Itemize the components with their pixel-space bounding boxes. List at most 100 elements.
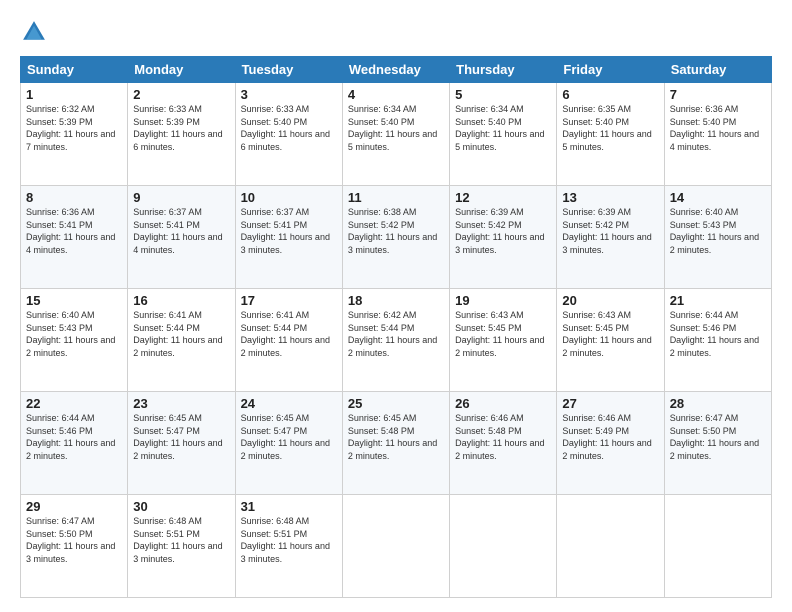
top-area: [20, 18, 772, 46]
calendar-cell: [450, 495, 557, 598]
day-info: Sunrise: 6:45 AMSunset: 5:48 PMDaylight:…: [348, 413, 437, 461]
logo: [20, 18, 52, 46]
day-number: 12: [455, 190, 551, 205]
day-info: Sunrise: 6:48 AMSunset: 5:51 PMDaylight:…: [133, 516, 222, 564]
calendar-cell: 17 Sunrise: 6:41 AMSunset: 5:44 PMDaylig…: [235, 289, 342, 392]
day-info: Sunrise: 6:36 AMSunset: 5:40 PMDaylight:…: [670, 104, 759, 152]
day-number: 14: [670, 190, 766, 205]
day-info: Sunrise: 6:35 AMSunset: 5:40 PMDaylight:…: [562, 104, 651, 152]
day-info: Sunrise: 6:40 AMSunset: 5:43 PMDaylight:…: [26, 310, 115, 358]
day-number: 19: [455, 293, 551, 308]
calendar-cell: 1 Sunrise: 6:32 AMSunset: 5:39 PMDayligh…: [21, 83, 128, 186]
day-info: Sunrise: 6:44 AMSunset: 5:46 PMDaylight:…: [26, 413, 115, 461]
day-number: 29: [26, 499, 122, 514]
calendar-cell: 3 Sunrise: 6:33 AMSunset: 5:40 PMDayligh…: [235, 83, 342, 186]
day-info: Sunrise: 6:47 AMSunset: 5:50 PMDaylight:…: [670, 413, 759, 461]
day-number: 4: [348, 87, 444, 102]
calendar-cell: 12 Sunrise: 6:39 AMSunset: 5:42 PMDaylig…: [450, 186, 557, 289]
calendar-cell: 6 Sunrise: 6:35 AMSunset: 5:40 PMDayligh…: [557, 83, 664, 186]
day-info: Sunrise: 6:36 AMSunset: 5:41 PMDaylight:…: [26, 207, 115, 255]
calendar-cell: 26 Sunrise: 6:46 AMSunset: 5:48 PMDaylig…: [450, 392, 557, 495]
weekday-header: Saturday: [664, 57, 771, 83]
calendar-table: SundayMondayTuesdayWednesdayThursdayFrid…: [20, 56, 772, 598]
page: SundayMondayTuesdayWednesdayThursdayFrid…: [0, 0, 792, 612]
weekday-header: Friday: [557, 57, 664, 83]
day-info: Sunrise: 6:39 AMSunset: 5:42 PMDaylight:…: [455, 207, 544, 255]
calendar-cell: 20 Sunrise: 6:43 AMSunset: 5:45 PMDaylig…: [557, 289, 664, 392]
calendar-cell: 28 Sunrise: 6:47 AMSunset: 5:50 PMDaylig…: [664, 392, 771, 495]
day-info: Sunrise: 6:43 AMSunset: 5:45 PMDaylight:…: [455, 310, 544, 358]
calendar-cell: 21 Sunrise: 6:44 AMSunset: 5:46 PMDaylig…: [664, 289, 771, 392]
calendar-week-row: 15 Sunrise: 6:40 AMSunset: 5:43 PMDaylig…: [21, 289, 772, 392]
day-number: 11: [348, 190, 444, 205]
day-number: 2: [133, 87, 229, 102]
calendar-cell: 27 Sunrise: 6:46 AMSunset: 5:49 PMDaylig…: [557, 392, 664, 495]
day-number: 22: [26, 396, 122, 411]
day-info: Sunrise: 6:46 AMSunset: 5:48 PMDaylight:…: [455, 413, 544, 461]
calendar-cell: 16 Sunrise: 6:41 AMSunset: 5:44 PMDaylig…: [128, 289, 235, 392]
day-info: Sunrise: 6:40 AMSunset: 5:43 PMDaylight:…: [670, 207, 759, 255]
day-info: Sunrise: 6:48 AMSunset: 5:51 PMDaylight:…: [241, 516, 330, 564]
day-number: 24: [241, 396, 337, 411]
day-number: 6: [562, 87, 658, 102]
day-number: 21: [670, 293, 766, 308]
logo-icon: [20, 18, 48, 46]
calendar-cell: 10 Sunrise: 6:37 AMSunset: 5:41 PMDaylig…: [235, 186, 342, 289]
day-number: 31: [241, 499, 337, 514]
calendar-week-row: 22 Sunrise: 6:44 AMSunset: 5:46 PMDaylig…: [21, 392, 772, 495]
day-info: Sunrise: 6:34 AMSunset: 5:40 PMDaylight:…: [348, 104, 437, 152]
day-info: Sunrise: 6:41 AMSunset: 5:44 PMDaylight:…: [241, 310, 330, 358]
day-info: Sunrise: 6:33 AMSunset: 5:39 PMDaylight:…: [133, 104, 222, 152]
day-number: 23: [133, 396, 229, 411]
day-number: 20: [562, 293, 658, 308]
day-info: Sunrise: 6:32 AMSunset: 5:39 PMDaylight:…: [26, 104, 115, 152]
calendar-cell: 29 Sunrise: 6:47 AMSunset: 5:50 PMDaylig…: [21, 495, 128, 598]
calendar-cell: [342, 495, 449, 598]
calendar-cell: 4 Sunrise: 6:34 AMSunset: 5:40 PMDayligh…: [342, 83, 449, 186]
day-number: 13: [562, 190, 658, 205]
day-info: Sunrise: 6:45 AMSunset: 5:47 PMDaylight:…: [133, 413, 222, 461]
day-number: 27: [562, 396, 658, 411]
calendar-cell: 9 Sunrise: 6:37 AMSunset: 5:41 PMDayligh…: [128, 186, 235, 289]
calendar-week-row: 29 Sunrise: 6:47 AMSunset: 5:50 PMDaylig…: [21, 495, 772, 598]
calendar-cell: 15 Sunrise: 6:40 AMSunset: 5:43 PMDaylig…: [21, 289, 128, 392]
calendar-cell: [664, 495, 771, 598]
day-number: 18: [348, 293, 444, 308]
day-info: Sunrise: 6:34 AMSunset: 5:40 PMDaylight:…: [455, 104, 544, 152]
calendar-cell: 8 Sunrise: 6:36 AMSunset: 5:41 PMDayligh…: [21, 186, 128, 289]
calendar-cell: 30 Sunrise: 6:48 AMSunset: 5:51 PMDaylig…: [128, 495, 235, 598]
day-number: 8: [26, 190, 122, 205]
weekday-header: Wednesday: [342, 57, 449, 83]
day-info: Sunrise: 6:43 AMSunset: 5:45 PMDaylight:…: [562, 310, 651, 358]
calendar-header: SundayMondayTuesdayWednesdayThursdayFrid…: [21, 57, 772, 83]
day-number: 16: [133, 293, 229, 308]
day-info: Sunrise: 6:38 AMSunset: 5:42 PMDaylight:…: [348, 207, 437, 255]
day-info: Sunrise: 6:41 AMSunset: 5:44 PMDaylight:…: [133, 310, 222, 358]
calendar-cell: 23 Sunrise: 6:45 AMSunset: 5:47 PMDaylig…: [128, 392, 235, 495]
calendar-cell: 18 Sunrise: 6:42 AMSunset: 5:44 PMDaylig…: [342, 289, 449, 392]
day-info: Sunrise: 6:33 AMSunset: 5:40 PMDaylight:…: [241, 104, 330, 152]
day-number: 30: [133, 499, 229, 514]
day-number: 5: [455, 87, 551, 102]
calendar-cell: 19 Sunrise: 6:43 AMSunset: 5:45 PMDaylig…: [450, 289, 557, 392]
day-info: Sunrise: 6:39 AMSunset: 5:42 PMDaylight:…: [562, 207, 651, 255]
day-number: 25: [348, 396, 444, 411]
day-info: Sunrise: 6:47 AMSunset: 5:50 PMDaylight:…: [26, 516, 115, 564]
day-info: Sunrise: 6:37 AMSunset: 5:41 PMDaylight:…: [241, 207, 330, 255]
day-number: 3: [241, 87, 337, 102]
weekday-header: Thursday: [450, 57, 557, 83]
day-number: 17: [241, 293, 337, 308]
day-number: 9: [133, 190, 229, 205]
weekday-header: Tuesday: [235, 57, 342, 83]
day-number: 26: [455, 396, 551, 411]
calendar-cell: 31 Sunrise: 6:48 AMSunset: 5:51 PMDaylig…: [235, 495, 342, 598]
calendar-cell: 22 Sunrise: 6:44 AMSunset: 5:46 PMDaylig…: [21, 392, 128, 495]
day-number: 15: [26, 293, 122, 308]
day-info: Sunrise: 6:45 AMSunset: 5:47 PMDaylight:…: [241, 413, 330, 461]
day-number: 7: [670, 87, 766, 102]
calendar-cell: 11 Sunrise: 6:38 AMSunset: 5:42 PMDaylig…: [342, 186, 449, 289]
calendar-cell: 5 Sunrise: 6:34 AMSunset: 5:40 PMDayligh…: [450, 83, 557, 186]
calendar-cell: 14 Sunrise: 6:40 AMSunset: 5:43 PMDaylig…: [664, 186, 771, 289]
weekday-header: Sunday: [21, 57, 128, 83]
day-info: Sunrise: 6:46 AMSunset: 5:49 PMDaylight:…: [562, 413, 651, 461]
